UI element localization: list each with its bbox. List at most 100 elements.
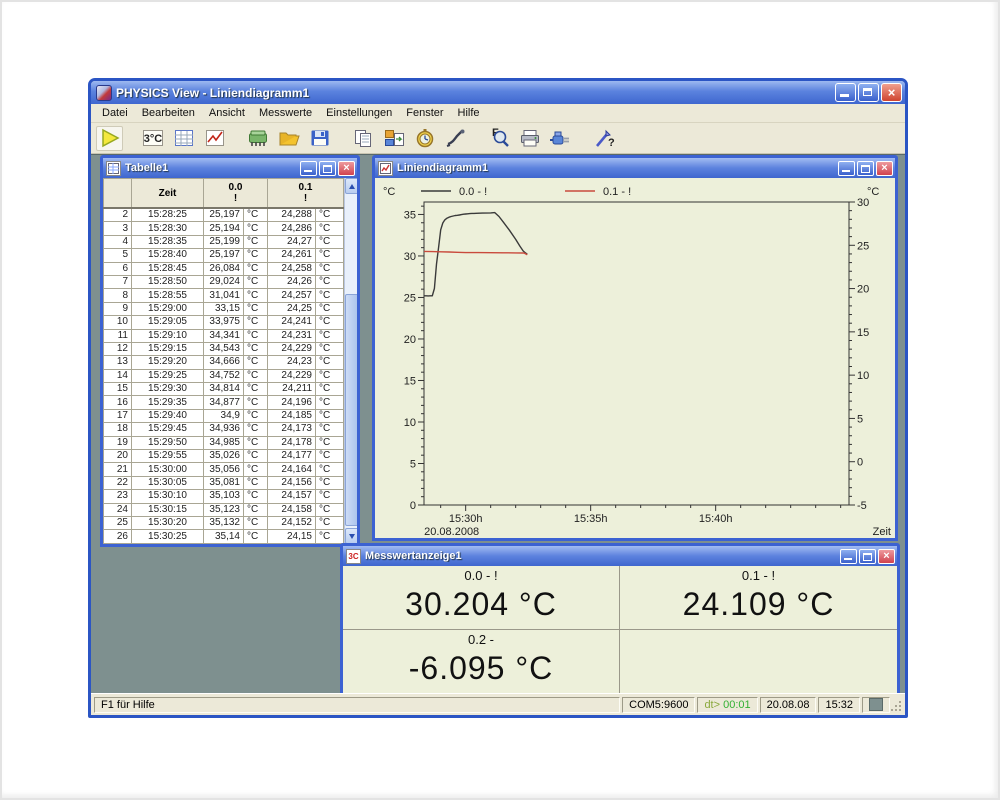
chart-canvas: °C0.0 - !0.1 - !°C05101520253035-5051015…	[375, 178, 895, 538]
chart-close-button[interactable]: ×	[876, 161, 893, 176]
close-icon: ×	[339, 162, 354, 175]
table-row: 515:28:4025,197°C24,261°C	[104, 249, 344, 262]
display-close-button[interactable]: ×	[878, 549, 895, 564]
start-measurement-button[interactable]	[96, 126, 123, 151]
svg-text:15: 15	[404, 375, 416, 387]
scroll-track[interactable]	[345, 194, 357, 528]
app-minimize-button[interactable]	[835, 83, 856, 102]
probe-settings-button[interactable]	[442, 126, 469, 151]
connect-device-button[interactable]	[547, 126, 574, 151]
corner-header	[104, 179, 132, 209]
measurement-table: Zeit 0.0! 0.1! 215:28:2525,197°C24,288°C…	[103, 178, 344, 544]
line-chart-icon	[204, 128, 226, 148]
context-help-button[interactable]: ?	[590, 126, 617, 151]
close-icon: ×	[879, 550, 894, 563]
table-row: 1215:29:1534,543°C24,229°C	[104, 342, 344, 355]
table-scrollbar[interactable]	[344, 178, 357, 544]
display-window-titlebar[interactable]: 3C Messwertanzeige1 ×	[343, 546, 897, 566]
zoom-view-button[interactable]: F	[485, 126, 512, 151]
table-window-icon	[106, 161, 121, 176]
chart-minimize-button[interactable]	[838, 161, 855, 176]
app-maximize-button[interactable]	[858, 83, 879, 102]
close-icon: ×	[882, 84, 901, 101]
new-measurement-display-button[interactable]: 3°C	[139, 126, 166, 151]
zeit-header: Zeit	[132, 179, 204, 209]
table-window-titlebar[interactable]: Tabelle1 ×	[103, 158, 357, 178]
display-maximize-button[interactable]	[859, 549, 876, 564]
display-window-title: Messwertanzeige1	[365, 550, 838, 562]
channel1-header: 0.1!	[268, 179, 344, 209]
copy-button[interactable]	[349, 126, 376, 151]
help-pointer-icon: ?	[593, 128, 615, 148]
connect-icon	[550, 128, 572, 148]
table-row: 2115:30:0035,056°C24,164°C	[104, 463, 344, 476]
table-row: 815:28:5531,041°C24,257°C	[104, 289, 344, 302]
app-titlebar[interactable]: PHYSICS View - Liniendiagramm1 ×	[91, 81, 905, 104]
channel-value: 30.204 °C	[405, 583, 557, 625]
status-com-port: COM5:9600	[622, 697, 695, 713]
table-row: 1515:29:3034,814°C24,211°C	[104, 383, 344, 396]
svg-text:0.1 - !: 0.1 - !	[603, 186, 631, 198]
table-row: 315:28:3025,194°C24,286°C	[104, 222, 344, 235]
menu-item-einstellungen[interactable]: Einstellungen	[319, 105, 399, 121]
minimize-icon	[304, 170, 312, 172]
svg-text:Zeit: Zeit	[873, 526, 891, 538]
table-maximize-button[interactable]	[319, 161, 336, 176]
chart-window-titlebar[interactable]: Liniendiagramm1 ×	[375, 158, 895, 178]
channel-value: -6.095 °C	[409, 647, 554, 689]
svg-text:0: 0	[410, 500, 416, 512]
channel-label: 0.2 -	[468, 632, 494, 647]
table-close-button[interactable]: ×	[338, 161, 355, 176]
arrow-up-icon	[349, 184, 355, 189]
status-time: 15:32	[818, 697, 860, 713]
copy-icon	[352, 128, 374, 148]
table-row: 215:28:2525,197°C24,288°C	[104, 208, 344, 222]
table-row: 2015:29:5535,026°C24,177°C	[104, 450, 344, 463]
table-icon	[173, 128, 195, 148]
status-interval: dt> 00:01	[697, 697, 757, 713]
save-file-button[interactable]	[306, 126, 333, 151]
table-row: 915:29:0033,15°C24,25°C	[104, 302, 344, 315]
app-close-button[interactable]: ×	[881, 83, 902, 102]
resize-grip[interactable]	[892, 698, 902, 712]
table-row: 1915:29:5034,985°C24,178°C	[104, 436, 344, 449]
display-cell-00: 0.0 - ! 30.204 °C	[343, 566, 620, 630]
minimize-icon	[840, 94, 849, 97]
table-row: 1415:29:2534,752°C24,229°C	[104, 369, 344, 382]
new-line-chart-button[interactable]	[201, 126, 228, 151]
table-row: 1015:29:0533,975°C24,241°C	[104, 316, 344, 329]
menu-item-fenster[interactable]: Fenster	[399, 105, 450, 121]
table-header-row: Zeit 0.0! 0.1!	[104, 179, 344, 209]
svg-text:-5: -5	[857, 500, 867, 512]
maximize-icon	[323, 165, 332, 173]
scroll-up-button[interactable]	[345, 178, 357, 194]
print-button[interactable]	[516, 126, 543, 151]
open-file-button[interactable]	[275, 126, 302, 151]
display-window-icon: 3C	[346, 549, 361, 564]
menu-item-ansicht[interactable]: Ansicht	[202, 105, 252, 121]
scroll-thumb[interactable]	[345, 294, 357, 526]
chart-maximize-button[interactable]	[857, 161, 874, 176]
maximize-icon	[861, 165, 870, 173]
menu-item-messwerte[interactable]: Messwerte	[252, 105, 319, 121]
export-button[interactable]	[380, 126, 407, 151]
module-settings-button[interactable]	[244, 126, 271, 151]
svg-text:5: 5	[410, 458, 416, 470]
svg-text:15:35h: 15:35h	[574, 513, 608, 525]
table-row: 1315:29:2034,666°C24,23°C	[104, 356, 344, 369]
svg-text:20.08.2008: 20.08.2008	[424, 526, 479, 538]
export-icon	[383, 128, 405, 148]
svg-text:0: 0	[857, 457, 863, 469]
menu-item-hilfe[interactable]: Hilfe	[451, 105, 487, 121]
table-minimize-button[interactable]	[300, 161, 317, 176]
maximize-icon	[863, 553, 872, 561]
menu-item-bearbeiten[interactable]: Bearbeiten	[135, 105, 202, 121]
timer-settings-button[interactable]	[411, 126, 438, 151]
probe-icon	[445, 128, 467, 148]
display-minimize-button[interactable]	[840, 549, 857, 564]
new-table-button[interactable]	[170, 126, 197, 151]
scroll-down-button[interactable]	[345, 528, 357, 544]
menu-item-datei[interactable]: Datei	[95, 105, 135, 121]
status-date: 20.08.08	[760, 697, 817, 713]
table-row: 715:28:5029,024°C24,26°C	[104, 275, 344, 288]
